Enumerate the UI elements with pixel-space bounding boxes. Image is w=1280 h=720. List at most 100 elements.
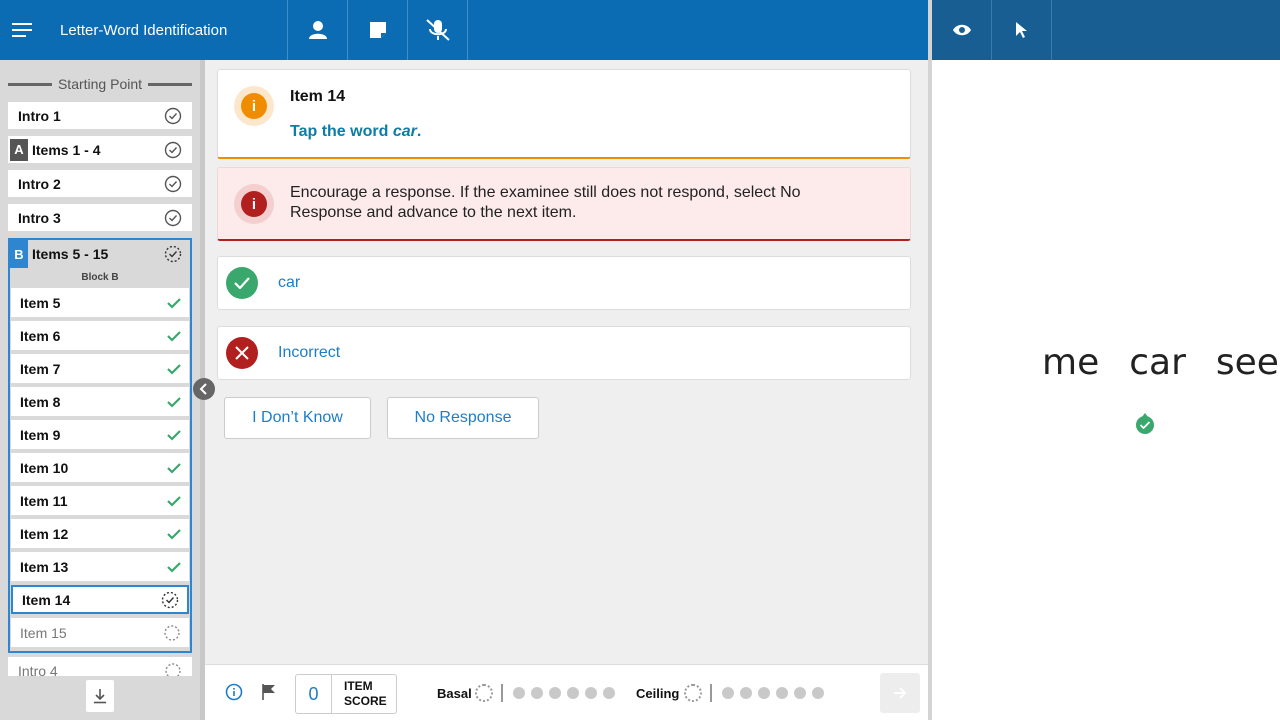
ceiling-dot	[794, 687, 806, 699]
sidebar-item-label-group: Intro 3	[18, 210, 61, 226]
info-icon: i	[234, 86, 274, 126]
block-sublabel: Block B	[81, 272, 119, 283]
sidebar-item-label: Item 6	[20, 327, 61, 344]
sidebar-item[interactable]: Item 13	[11, 552, 189, 581]
incorrect-response-option[interactable]: Incorrect	[217, 326, 911, 380]
info-button[interactable]	[225, 683, 243, 706]
sidebar-item-label: Item 5	[20, 294, 61, 311]
ceiling-dot	[740, 687, 752, 699]
sidebar-item-label: Item 9	[20, 426, 61, 443]
flag-button[interactable]	[261, 683, 277, 706]
collapse-sidebar-button[interactable]	[193, 378, 215, 400]
checkmark-icon	[167, 396, 181, 408]
item-score-label: ITEM SCORE	[344, 679, 387, 708]
sidebar-item-label: Items 1 - 4	[32, 141, 101, 158]
basal-dot	[585, 687, 597, 699]
stimulus-panel: me car see	[932, 60, 1280, 720]
stimulus-toolbar	[932, 0, 1280, 60]
menu-button[interactable]	[0, 0, 44, 60]
ceiling-label: Ceiling	[636, 686, 680, 701]
mic-off-button[interactable]	[408, 0, 468, 60]
sidebar-item[interactable]: Item 6	[11, 321, 189, 350]
sidebar-item[interactable]: Intro 4	[8, 657, 192, 676]
check-circle-icon	[164, 209, 182, 226]
block-header-label-group: B Items 5 - 15	[10, 240, 108, 268]
sidebar-item[interactable]: Item 14	[11, 585, 189, 614]
ceiling-dot	[722, 687, 734, 699]
item-score: 0 ITEM SCORE	[295, 674, 397, 714]
sidebar-item-label: Item 11	[20, 492, 68, 509]
sidebar-item-label: Intro 1	[18, 107, 61, 124]
examiner-alert: i Encourage a response. If the examinee …	[217, 167, 911, 241]
basal-dot	[567, 687, 579, 699]
flag-icon	[262, 684, 275, 700]
sidebar-item-label-group: Intro 1	[18, 108, 61, 124]
next-item-button[interactable]	[880, 673, 920, 713]
arrow-right-icon	[894, 687, 907, 699]
sidebar-item-label: Item 12	[20, 525, 69, 542]
selected-check-marker-icon	[1136, 413, 1154, 434]
checkmark-icon	[167, 297, 181, 309]
sidebar-item-label: Item 8	[20, 393, 61, 410]
status-icon	[167, 528, 181, 540]
no-response-button[interactable]: No Response	[387, 397, 539, 439]
status-icon	[163, 624, 181, 642]
stimulus-word[interactable]: see	[1216, 342, 1279, 383]
sidebar-item[interactable]: A Items 1 - 4	[8, 136, 192, 163]
sidebar-item[interactable]: Item 8	[11, 387, 189, 416]
checkmark-icon	[167, 561, 181, 573]
sidebar-item[interactable]: Intro 2	[8, 170, 192, 197]
correct-response-option[interactable]: car	[217, 256, 911, 310]
status-icon	[164, 662, 182, 676]
menu-icon	[12, 23, 32, 37]
item-prompt: Tap the word car.	[290, 123, 422, 140]
notes-button[interactable]	[348, 0, 408, 60]
basal-separator	[501, 684, 503, 702]
scoring-footer: 0 ITEM SCORE Basal Ceiling	[205, 664, 928, 720]
ceiling-dot	[776, 687, 788, 699]
pending-icon	[164, 624, 180, 641]
sidebar-item[interactable]: Intro 3	[8, 204, 192, 231]
status-icon	[164, 175, 182, 193]
heading-rule-left	[7, 82, 52, 86]
sidebar-item[interactable]: Item 12	[11, 519, 189, 548]
ceiling-dot	[812, 687, 824, 699]
status-icon	[167, 330, 181, 342]
sidebar-item[interactable]: Item 15	[11, 618, 189, 647]
download-button[interactable]	[86, 680, 114, 712]
examinee-button[interactable]	[288, 0, 348, 60]
status-icon	[161, 591, 179, 609]
sidebar-item-label: Item 10	[20, 459, 69, 476]
app-title: Letter-Word Identification	[44, 0, 288, 60]
sidebar-item[interactable]: Item 5	[11, 288, 189, 317]
preview-button[interactable]	[932, 0, 992, 60]
download-icon	[94, 689, 106, 704]
pointer-button[interactable]	[992, 0, 1052, 60]
dont-know-button[interactable]: I Don’t Know	[224, 397, 371, 439]
correct-response-label: car	[278, 274, 301, 291]
block-badge: A	[10, 138, 28, 161]
sidebar-item-label: Item 15	[20, 624, 67, 641]
item-panel: i Item 14 Tap the word car. i Encourage …	[205, 60, 928, 664]
stimulus-word[interactable]: me	[1042, 342, 1099, 383]
top-toolbar: Letter-Word Identification	[0, 0, 928, 60]
pending-icon	[165, 662, 181, 676]
check-circle-icon	[164, 107, 182, 124]
status-icon	[167, 363, 181, 375]
ceiling-separator	[710, 684, 712, 702]
sidebar-item[interactable]: Item 9	[11, 420, 189, 449]
alert-text: Encourage a response. If the examinee st…	[290, 184, 801, 221]
sidebar-item[interactable]: Item 10	[11, 453, 189, 482]
basal-dot	[531, 687, 543, 699]
sidebar-item[interactable]: Item 11	[11, 486, 189, 515]
sidebar-item[interactable]: Intro 1	[8, 102, 192, 129]
incorrect-response-label: Incorrect	[278, 344, 341, 361]
checkmark-icon	[167, 528, 181, 540]
block-b-header[interactable]: B Items 5 - 15	[10, 240, 190, 268]
stimulus-word[interactable]: car	[1129, 342, 1186, 383]
item-card: i Item 14 Tap the word car.	[217, 69, 911, 159]
sidebar-item[interactable]: Item 7	[11, 354, 189, 383]
pointer-icon	[1015, 22, 1027, 38]
ceiling-indicator	[684, 684, 824, 702]
sidebar-list: Intro 1 A Items 1 - 4 Intro 2 Intro 3 B Items …	[8, 102, 192, 676]
